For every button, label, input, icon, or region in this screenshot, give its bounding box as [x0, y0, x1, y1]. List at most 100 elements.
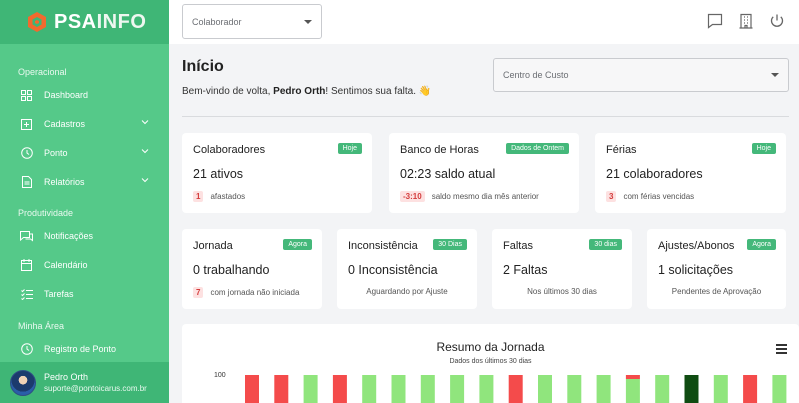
status-badge: Agora	[283, 239, 312, 250]
main-content: Início Bem-vindo de volta, Pedro Orth! S…	[169, 44, 799, 403]
section-title-minha-area: Minha Área	[18, 321, 65, 331]
divider	[182, 116, 789, 117]
bar[interactable]	[772, 375, 787, 403]
sidebar-item-label: Cadastros	[44, 119, 86, 129]
bar[interactable]	[625, 375, 640, 379]
brand[interactable]: PSAINFO	[0, 0, 169, 44]
section-title-operacional: Operacional	[18, 67, 67, 77]
welcome-message: Bem-vindo de volta, Pedro Orth! Sentimos…	[182, 86, 432, 97]
bar[interactable]	[684, 375, 699, 403]
alert-count: 1	[193, 191, 204, 202]
colaborador-select[interactable]: Colaborador	[182, 4, 322, 39]
bar[interactable]	[479, 375, 494, 403]
brand-name: PSAINFO	[54, 10, 147, 33]
card-value: 2 Faltas	[503, 263, 548, 277]
bar[interactable]	[362, 375, 377, 403]
card-footer-text: Aguardando por Ajuste	[366, 287, 448, 296]
status-badge: Dados de Ontem	[506, 143, 569, 154]
page-title: Início	[182, 58, 224, 75]
sidebar-item-label: Registro de Ponto	[44, 344, 117, 354]
building-icon[interactable]	[738, 13, 754, 29]
card-footer: 3 com férias vencidas	[606, 191, 694, 202]
card-value: 21 colaboradores	[606, 167, 703, 181]
card-footer-text: Pendentes de Aprovação	[671, 287, 762, 296]
sidebar-item-relatorios[interactable]: Relatórios	[0, 171, 169, 193]
bar[interactable]	[450, 375, 465, 403]
card-ferias[interactable]: Férias Hoje 21 colaboradores 3 com férias…	[595, 133, 786, 213]
card-ajustes-abonos[interactable]: Ajustes/Abonos Agora 1 solicitações Pend…	[647, 229, 786, 309]
topbar: Colaborador	[169, 0, 799, 44]
bar[interactable]	[420, 375, 435, 403]
card-footer-text: afastados	[210, 192, 246, 201]
card-title: Inconsistência	[348, 240, 418, 252]
message-icon[interactable]	[707, 13, 723, 29]
card-faltas[interactable]: Faltas 30 dias 2 Faltas Nos últimos 30 d…	[492, 229, 632, 309]
centro-de-custo-select[interactable]: Centro de Custo	[493, 58, 789, 92]
sidebar: PSAINFO Operacional Dashboard Cadastros …	[0, 0, 169, 403]
card-title: Colaboradores	[193, 144, 266, 156]
user-profile[interactable]: Pedro Orth suporte@pontoicarus.com.br	[0, 362, 169, 403]
card-value: 02:23 saldo atual	[400, 167, 496, 181]
card-title: Ajustes/Abonos	[658, 240, 735, 252]
card-footer: 1 afastados	[193, 191, 245, 202]
section-title-produtividade: Produtividade	[18, 208, 74, 218]
bar[interactable]	[713, 375, 728, 403]
alert-count: 7	[193, 287, 204, 298]
bar[interactable]	[332, 375, 347, 403]
card-footer-text: com jornada não iniciada	[210, 288, 300, 297]
bar[interactable]	[274, 375, 289, 403]
card-jornada[interactable]: Jornada Agora 0 trabalhando 7 com jornada…	[182, 229, 322, 309]
bar[interactable]	[567, 375, 582, 403]
chat-icon	[20, 230, 33, 243]
sidebar-item-label: Calendário	[44, 260, 88, 270]
bar[interactable]	[245, 375, 259, 403]
bar[interactable]	[625, 379, 640, 403]
bar[interactable]	[508, 375, 523, 403]
power-icon[interactable]	[769, 13, 785, 29]
user-email: suporte@pontoicarus.com.br	[44, 384, 147, 393]
logo-icon	[26, 11, 48, 33]
chevron-down-icon	[141, 118, 149, 128]
dashboard-icon	[20, 89, 33, 102]
sidebar-item-dashboard[interactable]: Dashboard	[0, 84, 169, 106]
colaborador-select-placeholder: Colaborador	[192, 17, 242, 27]
user-name: Pedro Orth	[44, 372, 89, 382]
clock-icon	[20, 343, 33, 356]
bar[interactable]	[596, 375, 611, 403]
card-footer-text: com férias vencidas	[623, 192, 695, 201]
sidebar-item-tarefas[interactable]: Tarefas	[0, 283, 169, 305]
sidebar-item-ponto[interactable]: Ponto	[0, 142, 169, 164]
sidebar-item-label: Notificações	[44, 231, 94, 241]
sidebar-item-notificacoes[interactable]: Notificações	[0, 225, 169, 247]
bar[interactable]	[391, 375, 406, 403]
bar[interactable]	[655, 375, 670, 403]
bar[interactable]	[538, 375, 552, 403]
clock-icon	[20, 147, 33, 160]
status-badge: 30 dias	[589, 239, 622, 250]
chevron-down-icon	[141, 147, 149, 157]
card-banco-de-horas[interactable]: Banco de Horas Dados de Ontem 02:23 sald…	[389, 133, 579, 213]
avatar	[10, 369, 36, 396]
document-icon	[20, 176, 33, 189]
bar[interactable]	[303, 375, 318, 403]
card-inconsistencia[interactable]: Inconsistência 30 Dias 0 Inconsistência …	[337, 229, 477, 309]
card-title: Jornada	[193, 240, 233, 252]
card-footer-text: Nos últimos 30 dias	[527, 287, 597, 296]
sidebar-item-cadastros[interactable]: Cadastros	[0, 113, 169, 135]
chevron-down-icon	[141, 176, 149, 186]
chart-resumo-jornada: Resumo da Jornada Dados dos últimos 30 d…	[182, 324, 799, 403]
alert-count: -3:10	[400, 191, 425, 202]
calendar-icon	[20, 259, 33, 272]
card-value: 21 ativos	[193, 167, 244, 181]
card-title: Férias	[606, 144, 637, 156]
card-value: 1 solicitações	[658, 263, 734, 277]
card-value: 0 trabalhando	[193, 263, 270, 277]
status-badge: Agora	[747, 239, 776, 250]
sidebar-item-registro-de-ponto[interactable]: Registro de Ponto	[0, 338, 169, 360]
status-badge: 30 Dias	[433, 239, 467, 250]
card-footer: -3:10 saldo mesmo dia mês anterior	[400, 191, 539, 202]
sidebar-item-calendario[interactable]: Calendário	[0, 254, 169, 276]
bar[interactable]	[743, 375, 758, 403]
card-colaboradores[interactable]: Colaboradores Hoje 21 ativos 1 afastados	[182, 133, 372, 213]
sidebar-item-label: Tarefas	[44, 289, 74, 299]
